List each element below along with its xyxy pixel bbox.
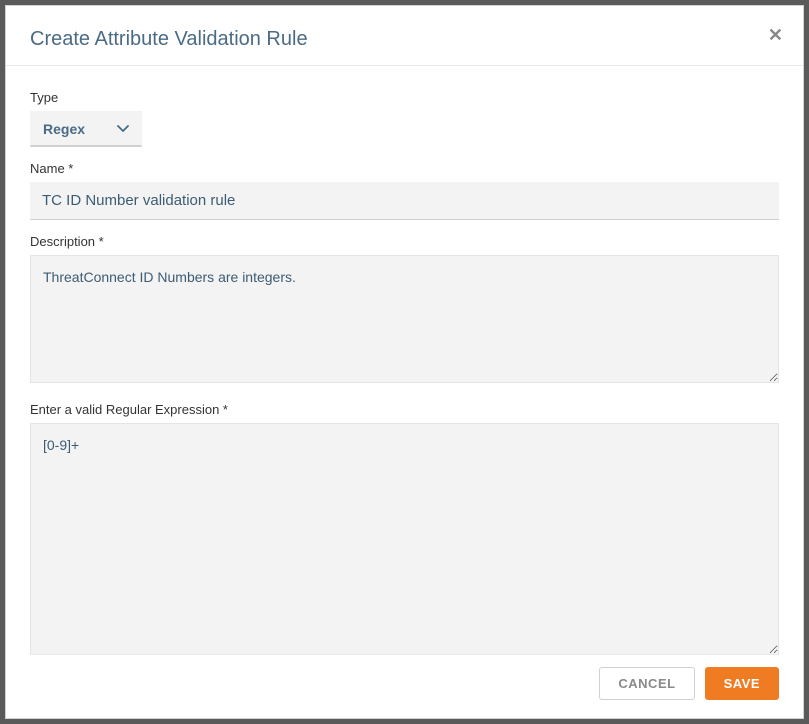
- description-field-group: Description * ThreatConnect ID Numbers a…: [30, 234, 779, 388]
- regex-label: Enter a valid Regular Expression *: [30, 402, 779, 417]
- cancel-button[interactable]: CANCEL: [599, 667, 694, 700]
- regex-field-group: Enter a valid Regular Expression * [0-9]…: [30, 402, 779, 654]
- name-label: Name *: [30, 161, 779, 176]
- type-select[interactable]: Regex: [30, 111, 142, 147]
- modal-header: Create Attribute Validation Rule ✕: [6, 6, 803, 66]
- modal-title: Create Attribute Validation Rule: [30, 28, 779, 51]
- type-select-value: Regex: [31, 112, 141, 145]
- regex-input[interactable]: [0-9]+: [30, 423, 779, 654]
- close-icon[interactable]: ✕: [768, 26, 783, 44]
- modal-body: Type Regex Name * Description * ThreatCo…: [6, 66, 803, 654]
- description-input[interactable]: ThreatConnect ID Numbers are integers.: [30, 255, 779, 383]
- name-field-group: Name *: [30, 161, 779, 220]
- description-label: Description *: [30, 234, 779, 249]
- save-button[interactable]: SAVE: [705, 667, 779, 700]
- type-field-group: Type Regex: [30, 90, 779, 147]
- name-input[interactable]: [30, 182, 779, 220]
- type-label: Type: [30, 90, 779, 105]
- modal-footer: CANCEL SAVE: [30, 654, 779, 718]
- create-attribute-validation-rule-modal: Create Attribute Validation Rule ✕ Type …: [5, 5, 804, 719]
